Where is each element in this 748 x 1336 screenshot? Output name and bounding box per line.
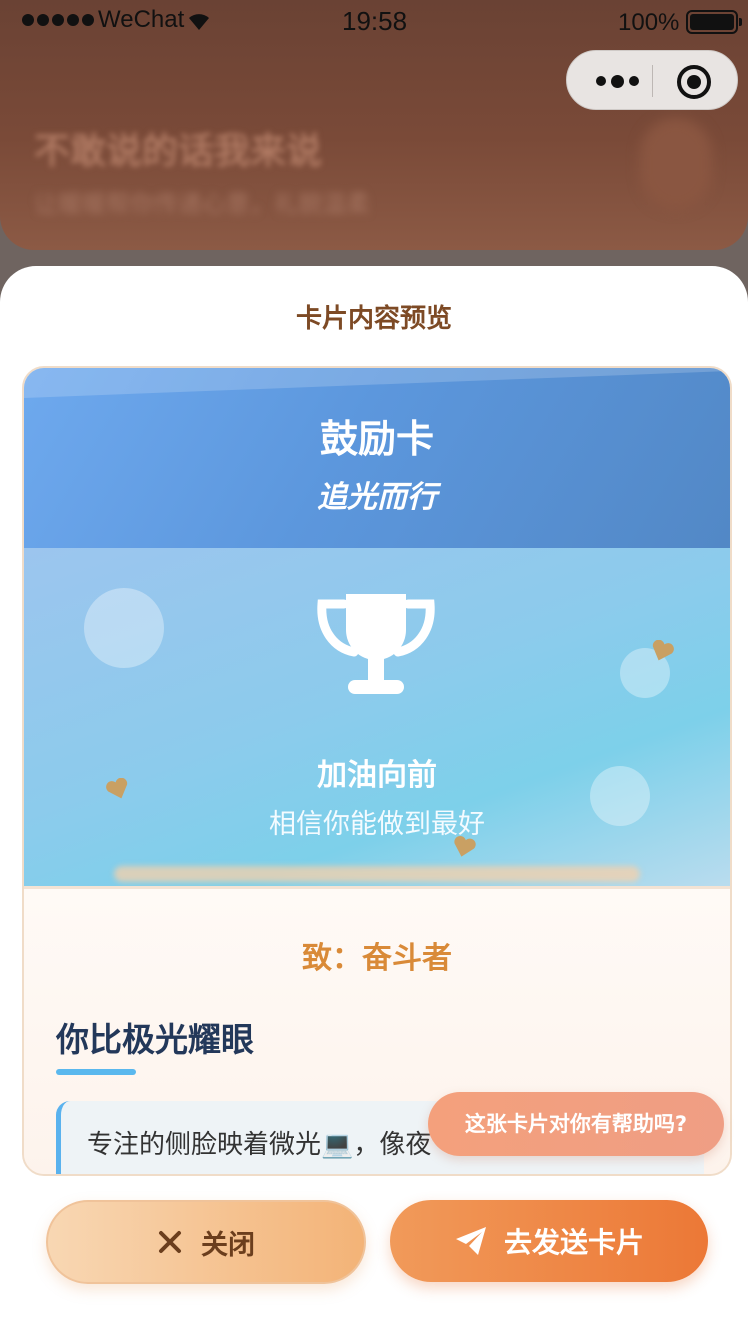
bubble-decoration [84,588,164,668]
scene-text: 加油向前 [317,758,437,793]
close-icon [159,1231,181,1253]
recipient-line: 致：奋斗者 [302,941,452,976]
trophy-icon [317,594,435,694]
card-subtitle: 追光而行 [317,480,437,515]
glow-decoration [114,866,640,882]
battery-icon [686,10,742,34]
signal-icon [22,14,94,26]
send-card-button[interactable]: 去发送卡片 [390,1200,708,1282]
card-header: 鼓励卡 追光而行 [24,368,730,548]
card-title: 鼓励卡 [319,417,434,461]
card-illustration: 加油向前 相信你能做到最好 [24,548,730,886]
background-subtitle: 让暖暖帮你传递心意，礼貌温柔 [34,190,370,218]
paper-plane-icon [455,1227,486,1255]
headline-underline [56,1069,136,1075]
close-button-label: 关闭 [201,1229,255,1261]
miniprogram-capsule [566,50,738,110]
more-dots-icon[interactable] [583,51,651,111]
wifi-icon [189,14,209,30]
feedback-prompt-button[interactable]: 这张卡片对你有帮助吗? [428,1092,724,1156]
send-button-label: 去发送卡片 [503,1226,644,1259]
carrier-name: WeChat [98,6,185,33]
heart-icon [652,640,674,661]
card-preview[interactable]: 鼓励卡 追光而行 加油向前 相信你能做到最好 致：奋斗者 你比极光耀眼 专注的侧… [22,366,732,1176]
capsule-divider [652,65,653,97]
background-illustration [640,118,712,210]
background-title: 不敢说的话我来说 [34,131,323,172]
target-icon[interactable] [677,65,711,99]
status-bar: WeChat 19:58 100% [0,0,748,44]
close-button[interactable]: 关闭 [46,1200,366,1284]
preview-sheet: 卡片内容预览 鼓励卡 追光而行 加油向前 相信你能做到最好 致：奋斗者 你比极光… [0,266,748,1336]
quote-text-cropped [87,1167,707,1174]
header-sheen [24,368,730,398]
message-headline: 你比极光耀眼 [56,1020,254,1059]
scene-subtext: 相信你能做到最好 [269,809,485,840]
sheet-title: 卡片内容预览 [295,304,452,334]
clock: 19:58 [342,6,408,36]
battery-percentage: 100% [618,9,680,36]
